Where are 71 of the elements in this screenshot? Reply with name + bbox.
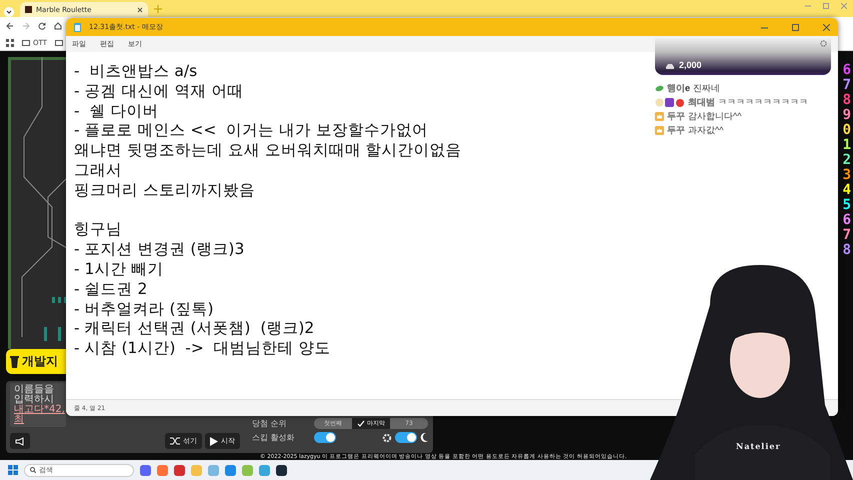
notepad-icon [74,22,81,32]
maximize-icon[interactable] [792,24,799,30]
close-icon[interactable] [823,24,830,30]
car-icon [665,64,675,70]
app-icon [25,6,32,13]
marble-number: 6 [842,63,851,78]
text-line: - 공겜 대신에 역재 어때 [74,82,244,102]
crown-badge-icon [655,126,664,135]
cup-icon [10,356,19,368]
megaphone-button[interactable] [10,433,30,449]
check-icon [357,420,365,427]
donation-amount: 2,000 [679,60,702,70]
marble-number: 9 [842,108,851,123]
marble-number: 6 [842,213,851,228]
folder-icon[interactable] [54,40,63,46]
text-line: 힝구님 [74,220,122,240]
marble-number: 0 [842,123,851,138]
back-icon[interactable] [6,22,14,30]
text-line: - 시참 (1시간) -> 대범님한테 양도 [74,339,331,359]
marble-number: 8 [842,93,851,108]
rank-label: 당첨 순위 [252,418,288,429]
chat-username: 행이e [667,83,690,94]
text-line: 왜냐면 뒷명조하는데 요새 오버워치때매 할시간이없음 [74,141,462,161]
leaf-icon [655,85,664,92]
marble-number: 7 [842,78,851,93]
chat-message: 과자값^^ [688,125,724,136]
windows-start-icon[interactable] [8,465,18,475]
crown-badge-icon [655,112,664,121]
moon-icon [420,433,428,442]
chat-username: 두꾸 [667,111,685,122]
settings-icon[interactable] [820,40,827,47]
text-line: - 쉘 다이버 [74,102,158,122]
shuffle-icon [170,437,180,445]
text-line: - 포지션 변경권 (랭크)3 [74,240,244,260]
text-line: 그래서 [74,160,122,181]
text-line: - 플로로 메인스 << 이거는 내가 보장할수가없어 [74,121,428,142]
apps-grid-icon[interactable] [6,38,14,46]
names-input-field[interactable]: 이름들을 입력하시 내고다*42, 최 [10,383,66,427]
theme-toggle[interactable] [395,432,417,443]
shirt-text: Natelier [736,441,781,451]
search-icon [30,467,36,473]
skip-toggle[interactable] [314,432,336,443]
megaphone-icon [15,436,25,446]
home-icon[interactable] [54,22,62,30]
text-line: - 비츠앤밥스 a/s [74,62,198,82]
reload-icon[interactable] [38,22,46,30]
chat-message: 감사합니다^^ [688,111,742,122]
chat-username: 최대범 [688,97,715,108]
brand-button[interactable]: 개발지 [6,349,66,374]
marble-number: 1 [842,138,851,153]
chat-message: ㅋㅋㅋㅋㅋㅋㅋㅋㅋㅋ [718,97,808,108]
skip-label: 스킵 활성화 [252,432,296,443]
taskbar-app-icon[interactable] [276,464,287,476]
marble-number: 7 [842,228,851,243]
text-line: 핑크머리 스토리까지봤음 [74,180,255,201]
marble-number: 5 [842,198,851,213]
marble-number: 4 [842,183,851,198]
badges-icon [655,98,685,107]
text-line: - 캐릭터 선택권 (서폿챔) (랭크)2 [74,319,314,340]
close-icon[interactable] [137,6,143,12]
text-line: - 버추얼켜라 (짚톡) [74,300,214,320]
tab-list-icon[interactable] [4,7,14,17]
folder-icon [22,40,30,46]
chat-message: 진짜네 [693,83,720,94]
chat-username: 두꾸 [667,125,685,136]
text-line: - 1시간 빼기 [74,260,164,280]
text-line: - 쉴드권 2 [74,280,148,300]
marble-number: 8 [842,243,851,258]
play-icon [210,436,218,446]
marble-number: 3 [842,168,851,183]
marble-number: 2 [842,153,851,168]
